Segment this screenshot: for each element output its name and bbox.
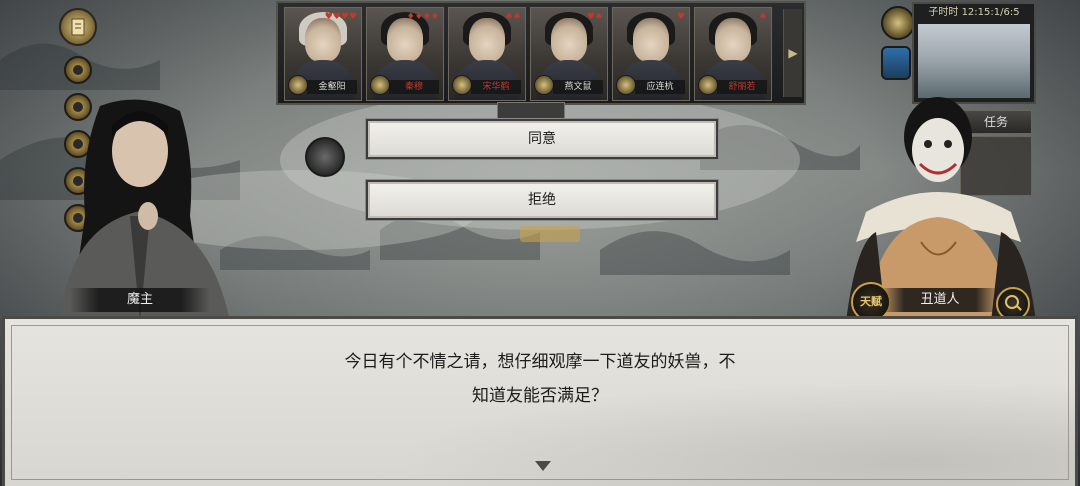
refuse-button[interactable]: 拒绝 xyxy=(366,180,718,220)
party-member-card[interactable]: ♥♠ 燕文鼠 xyxy=(530,7,608,101)
continue-arrow-icon[interactable] xyxy=(535,461,551,471)
party-roster: ♥♥♥♥ 金壑阳 ♦♦♦♦ 秦穆 ♠♠ 宋华鹤 ♥♠ 燕文鼠 ♥ 应连杭 ♠ 舒… xyxy=(276,1,806,105)
game-time: 子时时 12:15:1/6:5 xyxy=(928,7,1020,18)
rank-ring-icon xyxy=(452,75,472,95)
suit-icons: ♥♥♥♥ xyxy=(324,12,357,22)
roster-tab[interactable] xyxy=(497,102,565,120)
rank-ring-icon xyxy=(288,75,308,95)
bag-icon[interactable] xyxy=(881,46,911,80)
party-member-card[interactable]: ♠♠ 宋华鹤 xyxy=(448,7,526,101)
rank-ring-icon xyxy=(534,75,554,95)
speaker-left-name: 魔主 xyxy=(70,288,210,312)
roster-scroll-button[interactable]: ▶ xyxy=(783,9,802,97)
suit-icons: ♥♠ xyxy=(586,12,603,22)
suit-icons: ♥ xyxy=(676,12,685,22)
member-name: 应连杭 xyxy=(635,80,685,94)
member-name: 宋华鹤 xyxy=(471,80,521,94)
dialogue-line: 知道友能否满足？ xyxy=(472,386,608,406)
party-member-card[interactable]: ♠ 舒丽若 xyxy=(694,7,772,101)
member-name: 秦穆 xyxy=(389,80,439,94)
settings-gear-icon[interactable] xyxy=(881,6,915,40)
speaker-right-name: 丑道人 xyxy=(880,288,1000,312)
member-name: 金壑阳 xyxy=(307,80,357,94)
menu-slot-1-button[interactable] xyxy=(64,56,92,84)
dialogue-box[interactable]: 今日有个不情之请，想仔细观摩一下道友的妖兽，不 知道友能否满足？ xyxy=(2,316,1078,486)
scroll-icon xyxy=(71,18,85,36)
suit-icons: ♠♠ xyxy=(504,12,521,22)
quest-scroll-button[interactable] xyxy=(59,8,97,46)
suit-icons: ♠ xyxy=(758,12,767,22)
party-member-card[interactable]: ♥♥♥♥ 金壑阳 xyxy=(284,7,362,101)
rank-ring-icon xyxy=(616,75,636,95)
triangle-right-icon: ▶ xyxy=(788,46,798,60)
minimap[interactable]: 子时时 12:15:1/6:5 xyxy=(912,2,1036,104)
dialogue-text: 今日有个不情之请，想仔细观摩一下道友的妖兽，不 知道友能否满足？ xyxy=(5,345,1075,413)
dialogue-line: 今日有个不情之请，想仔细观摩一下道友的妖兽，不 xyxy=(344,352,736,372)
suit-icons: ♦♦♦♦ xyxy=(406,12,439,22)
agree-button[interactable]: 同意 xyxy=(366,119,718,159)
party-member-card[interactable]: ♦♦♦♦ 秦穆 xyxy=(366,7,444,101)
member-name: 燕文鼠 xyxy=(553,80,603,94)
game-scene: ♥♥♥♥ 金壑阳 ♦♦♦♦ 秦穆 ♠♠ 宋华鹤 ♥♠ 燕文鼠 ♥ 应连杭 ♠ 舒… xyxy=(0,0,1080,486)
rank-ring-icon xyxy=(698,75,718,95)
rank-ring-icon xyxy=(370,75,390,95)
portal-medallion-icon[interactable] xyxy=(305,137,345,177)
minimap-scene xyxy=(918,24,1030,98)
member-name: 舒丽若 xyxy=(717,80,767,94)
party-member-card[interactable]: ♥ 应连杭 xyxy=(612,7,690,101)
